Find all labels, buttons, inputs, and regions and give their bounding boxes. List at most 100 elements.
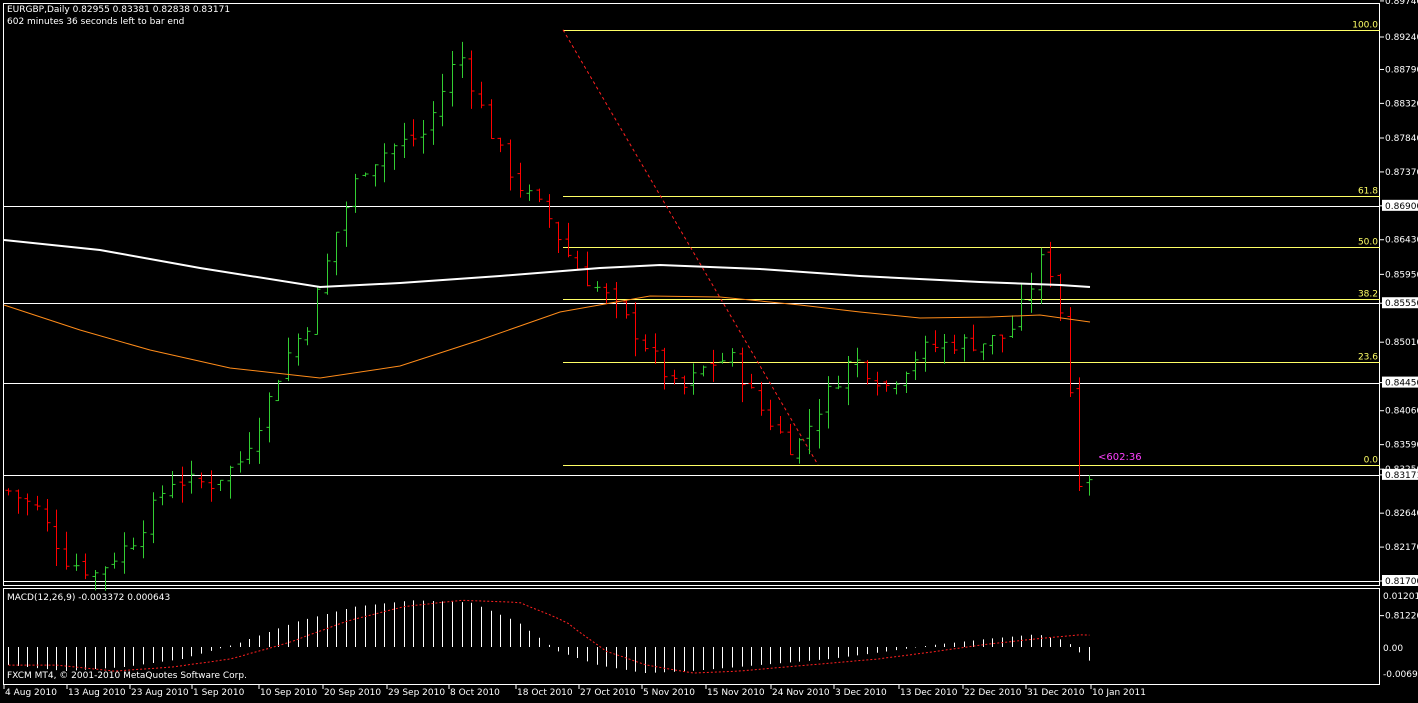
y-tick-label-15: 0.83171 — [1385, 471, 1418, 481]
candle-23 — [227, 465, 234, 499]
y-tick-label-10: 0.85010 — [1385, 338, 1418, 348]
candle-94 — [912, 351, 919, 381]
fib-level-label-2: 50.0 — [1358, 238, 1378, 248]
candle-32 — [314, 286, 321, 335]
candle-45 — [439, 73, 446, 127]
candle-41 — [401, 122, 408, 158]
candle-108 — [1047, 241, 1054, 288]
candle-87 — [845, 356, 852, 406]
x-tick-label-15: 22 Dec 2010 — [964, 688, 1022, 698]
x-tick-label-7: 8 Oct 2010 — [450, 688, 500, 698]
y-tick-label-18: 0.81700 — [1385, 577, 1418, 587]
candle-93 — [903, 371, 910, 394]
candle-12 — [121, 532, 128, 574]
candle-31 — [304, 327, 311, 346]
x-tick-label-13: 3 Dec 2010 — [835, 688, 887, 698]
candle-65 — [632, 302, 639, 357]
candle-8 — [82, 553, 89, 580]
price-chart[interactable]: 100.0 61.8 50.0 38.2 23.6 0.0 0.89740 0.89240 0… — [0, 0, 1418, 699]
candle-53 — [517, 162, 524, 198]
candle-0 — [5, 488, 12, 496]
candle-38 — [372, 164, 379, 187]
candle-56 — [546, 194, 553, 228]
candle-84 — [816, 399, 823, 449]
candle-71 — [690, 363, 697, 395]
x-tick-label-16: 31 Dec 2010 — [1027, 688, 1085, 698]
candle-99 — [961, 334, 968, 362]
candle-107 — [1038, 247, 1045, 305]
candle-66 — [642, 334, 649, 352]
x-tick-label-11: 15 Nov 2010 — [707, 688, 765, 698]
candle-59 — [574, 250, 581, 270]
main-pane-frame — [3, 3, 1380, 586]
candle-101 — [980, 343, 987, 361]
candle-11 — [111, 552, 118, 569]
candle-30 — [295, 333, 302, 366]
macd-axis-bottom: -0.00698 — [1383, 670, 1418, 680]
candle-75 — [729, 348, 736, 367]
candle-36 — [352, 173, 359, 213]
candle-102 — [989, 335, 996, 355]
candle-5 — [53, 509, 60, 567]
candle-61 — [594, 281, 601, 292]
candle-86 — [835, 375, 842, 390]
x-tick-label-12: 24 Nov 2010 — [772, 688, 830, 698]
candle-62 — [603, 283, 610, 305]
candle-89 — [864, 360, 871, 385]
x-tick-label-17: 10 Jan 2011 — [1092, 688, 1146, 698]
y-tick-label-5: 0.87370 — [1385, 168, 1418, 178]
candle-105 — [1018, 282, 1025, 331]
x-tick-label-6: 29 Sep 2010 — [388, 688, 445, 698]
candle-83 — [806, 408, 813, 455]
y-tick-label-11: 0.84450 — [1385, 379, 1418, 389]
candle-46 — [449, 50, 456, 107]
candle-48 — [468, 50, 475, 109]
y-tick-label-7: 0.86430 — [1385, 236, 1418, 246]
chart-window[interactable]: 100.0 61.8 50.0 38.2 23.6 0.0 0.89740 0.89240 0… — [0, 0, 1418, 699]
y-tick-label-13: 0.83590 — [1385, 441, 1418, 451]
candle-104 — [1009, 315, 1016, 338]
fib-level-label-4: 23.6 — [1358, 353, 1378, 363]
candle-109 — [1057, 273, 1064, 322]
x-tick-label-3: 1 Sep 2010 — [193, 688, 245, 698]
x-tick-label-5: 20 Sep 2010 — [324, 688, 381, 698]
candle-51 — [497, 137, 504, 153]
candle-58 — [565, 222, 572, 258]
fib-level-label-5: 0.0 — [1364, 456, 1379, 466]
y-tick-label-8: 0.85950 — [1385, 270, 1418, 280]
macd-axis-top: 0.01201 — [1383, 592, 1418, 602]
candle-81 — [787, 423, 794, 456]
y-tick-label-2: 0.88790 — [1385, 65, 1418, 75]
candle-13 — [130, 537, 137, 550]
candle-57 — [555, 221, 562, 253]
candle-78 — [758, 381, 765, 416]
macd-axis-zero: 0.00 — [1383, 644, 1403, 654]
candle-24 — [237, 451, 244, 473]
candle-63 — [613, 282, 620, 319]
candle-7 — [73, 553, 80, 571]
x-tick-label-9: 27 Oct 2010 — [580, 688, 636, 698]
candle-44 — [430, 101, 437, 145]
y-tick-label-16: 0.82640 — [1385, 509, 1418, 519]
candle-33 — [324, 253, 331, 295]
candle-3 — [34, 495, 41, 511]
y-tick-label-19: 0.81220 — [1385, 612, 1418, 622]
x-tick-label-2: 23 Aug 2010 — [131, 688, 189, 698]
moving-average-short — [3, 295, 1091, 379]
symbol-info-text: EURGBP,Daily 0.82955 0.83381 0.82838 0.8… — [7, 5, 230, 15]
candle-73 — [710, 349, 717, 382]
y-tick-label-1: 0.89240 — [1385, 33, 1418, 43]
candle-18 — [179, 466, 186, 503]
candle-26 — [256, 417, 263, 464]
candle-54 — [526, 184, 533, 201]
candle-74 — [719, 352, 726, 364]
fib-level-label-0: 100.0 — [1352, 21, 1378, 31]
candle-6 — [63, 531, 70, 570]
candle-39 — [381, 143, 388, 183]
candle-55 — [536, 188, 543, 203]
candle-49 — [478, 81, 485, 109]
candle-2 — [24, 493, 31, 516]
countdown-info-text: 602 minutes 36 seconds left to bar end — [7, 17, 184, 27]
candle-47 — [459, 41, 466, 79]
candle-112 — [1086, 475, 1093, 496]
